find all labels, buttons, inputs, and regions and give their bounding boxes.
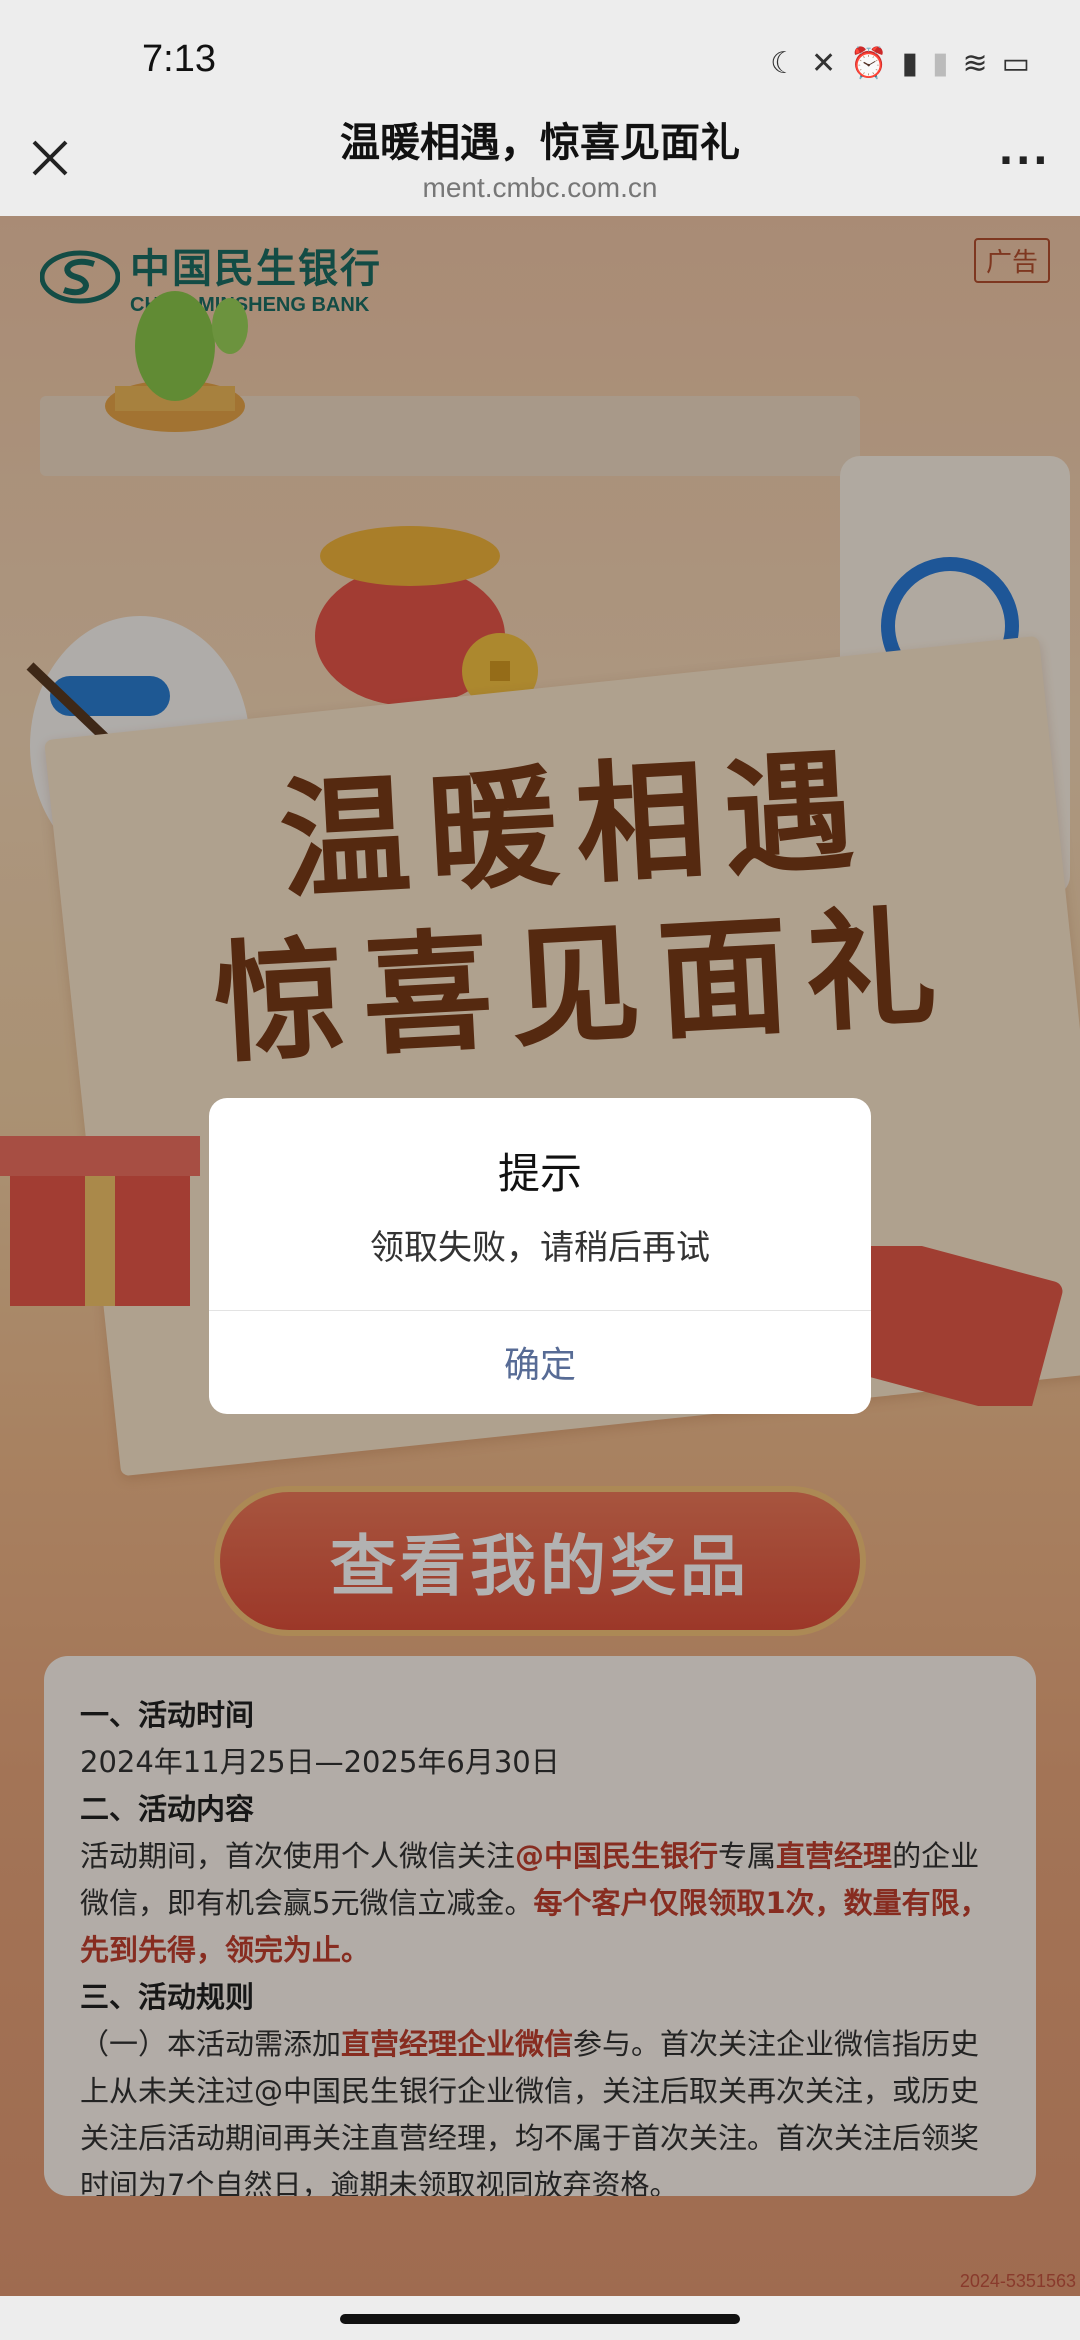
dialog-title: 提示 xyxy=(497,1149,582,1198)
moon-icon: ☾ xyxy=(770,45,797,81)
battery-icon: ▭ xyxy=(1001,45,1030,81)
dialog-message: 领取失败，请稍后再试 xyxy=(370,1228,710,1268)
alert-dialog: 提示 领取失败，请稍后再试 确定 xyxy=(209,1098,871,1414)
signal-secondary-icon: ▮ xyxy=(931,45,949,81)
more-menu-button[interactable]: ··· xyxy=(998,138,1050,184)
page-title: 温暖相遇，惊喜见面礼 xyxy=(340,120,740,166)
bottom-bar xyxy=(0,2296,1080,2340)
nav-bar: 温暖相遇，惊喜见面礼 ment.cmbc.com.cn ··· xyxy=(0,100,1080,216)
status-icons: ☾ ✕ ⏰ ▮ ▮ ≋ ▭ xyxy=(770,38,1030,88)
wifi-icon: ≋ xyxy=(962,45,988,81)
alarm-icon: ⏰ xyxy=(850,45,888,81)
status-time: 7:13 xyxy=(142,38,216,80)
bandage-icon: ✕ xyxy=(810,45,837,81)
confirm-button[interactable]: 确定 xyxy=(209,1310,871,1414)
page-url: ment.cmbc.com.cn xyxy=(422,172,658,203)
home-indicator[interactable] xyxy=(340,2314,740,2324)
signal-icon: ▮ xyxy=(901,45,918,81)
